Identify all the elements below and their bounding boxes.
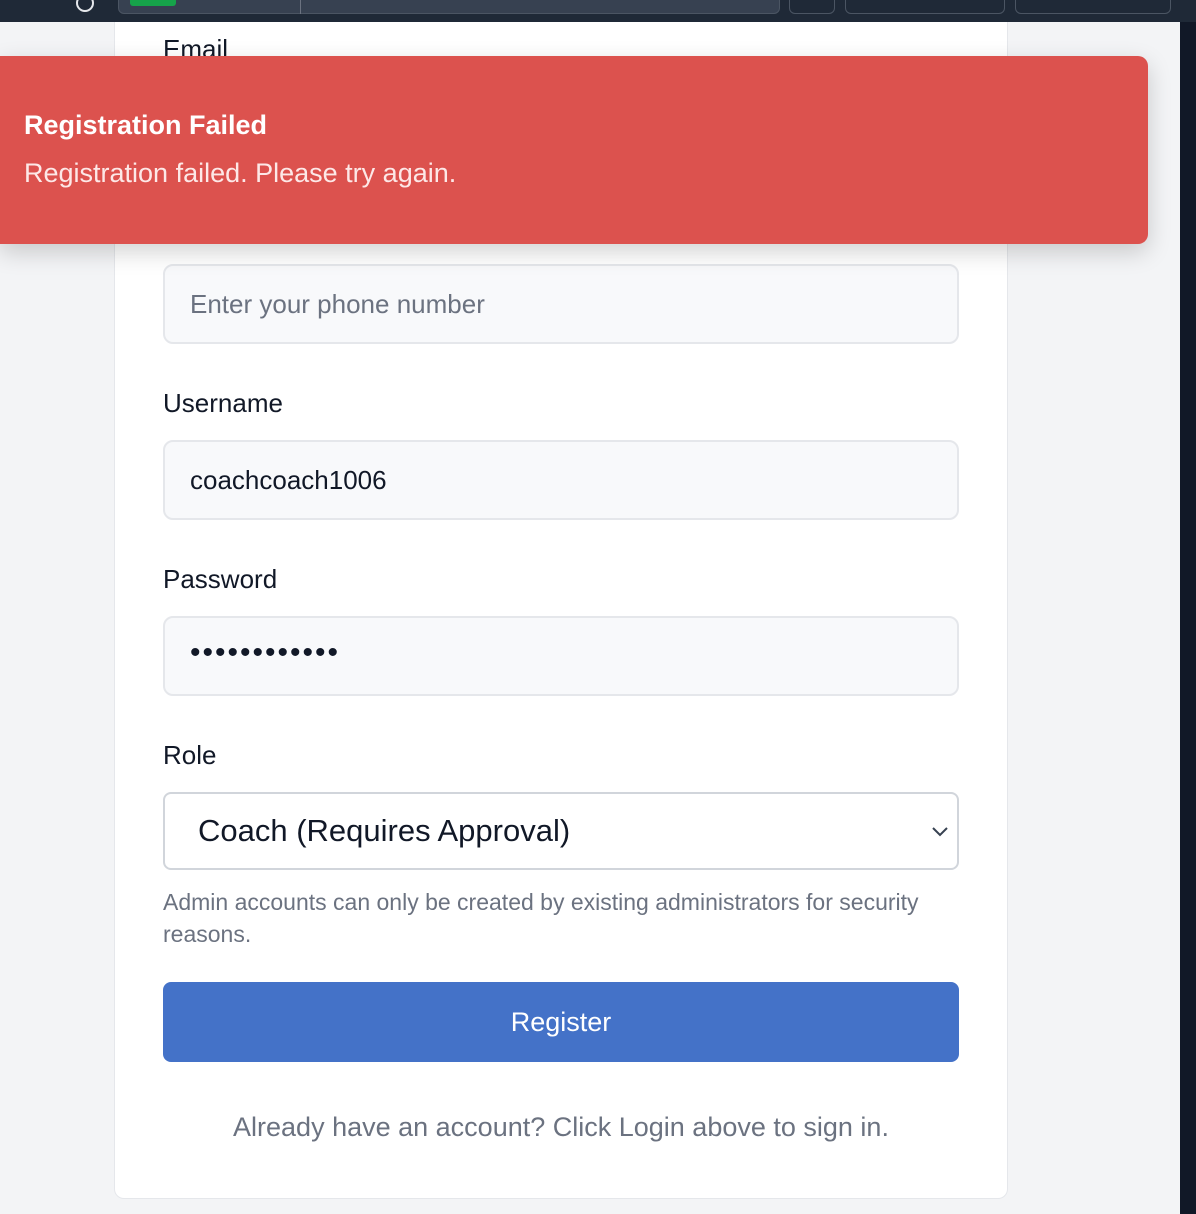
register-button[interactable]: Register <box>163 982 959 1062</box>
username-label: Username <box>163 388 283 418</box>
info-icon[interactable] <box>76 0 94 12</box>
secure-badge <box>130 0 176 6</box>
password-field[interactable]: •••••••••••• <box>163 616 959 696</box>
window-edge <box>1180 22 1196 1214</box>
password-label: Password <box>163 564 278 594</box>
role-hint: Admin accounts can only be created by ex… <box>163 889 919 947</box>
address-bar[interactable] <box>118 0 780 14</box>
role-select[interactable]: Coach (Requires Approval) <box>163 792 959 870</box>
login-hint: Already have an account? Click Login abo… <box>233 1112 889 1142</box>
toolbar-button[interactable] <box>845 0 1005 14</box>
toolbar-button[interactable] <box>789 0 835 14</box>
role-label: Role <box>163 740 217 770</box>
toast-message: Registration failed. Please try again. <box>24 158 457 188</box>
address-divider <box>300 0 301 14</box>
toast-title: Registration Failed <box>24 110 268 140</box>
username-field[interactable]: coachcoach1006 <box>163 440 959 520</box>
chevron-down-icon <box>932 827 948 837</box>
error-toast[interactable]: Registration Failed Registration failed.… <box>0 56 1148 244</box>
browser-toolbar <box>0 0 1196 22</box>
toolbar-button[interactable] <box>1015 0 1171 14</box>
phone-field[interactable]: Enter your phone number <box>163 264 959 344</box>
role-selected-value: Coach (Requires Approval) <box>198 813 571 848</box>
